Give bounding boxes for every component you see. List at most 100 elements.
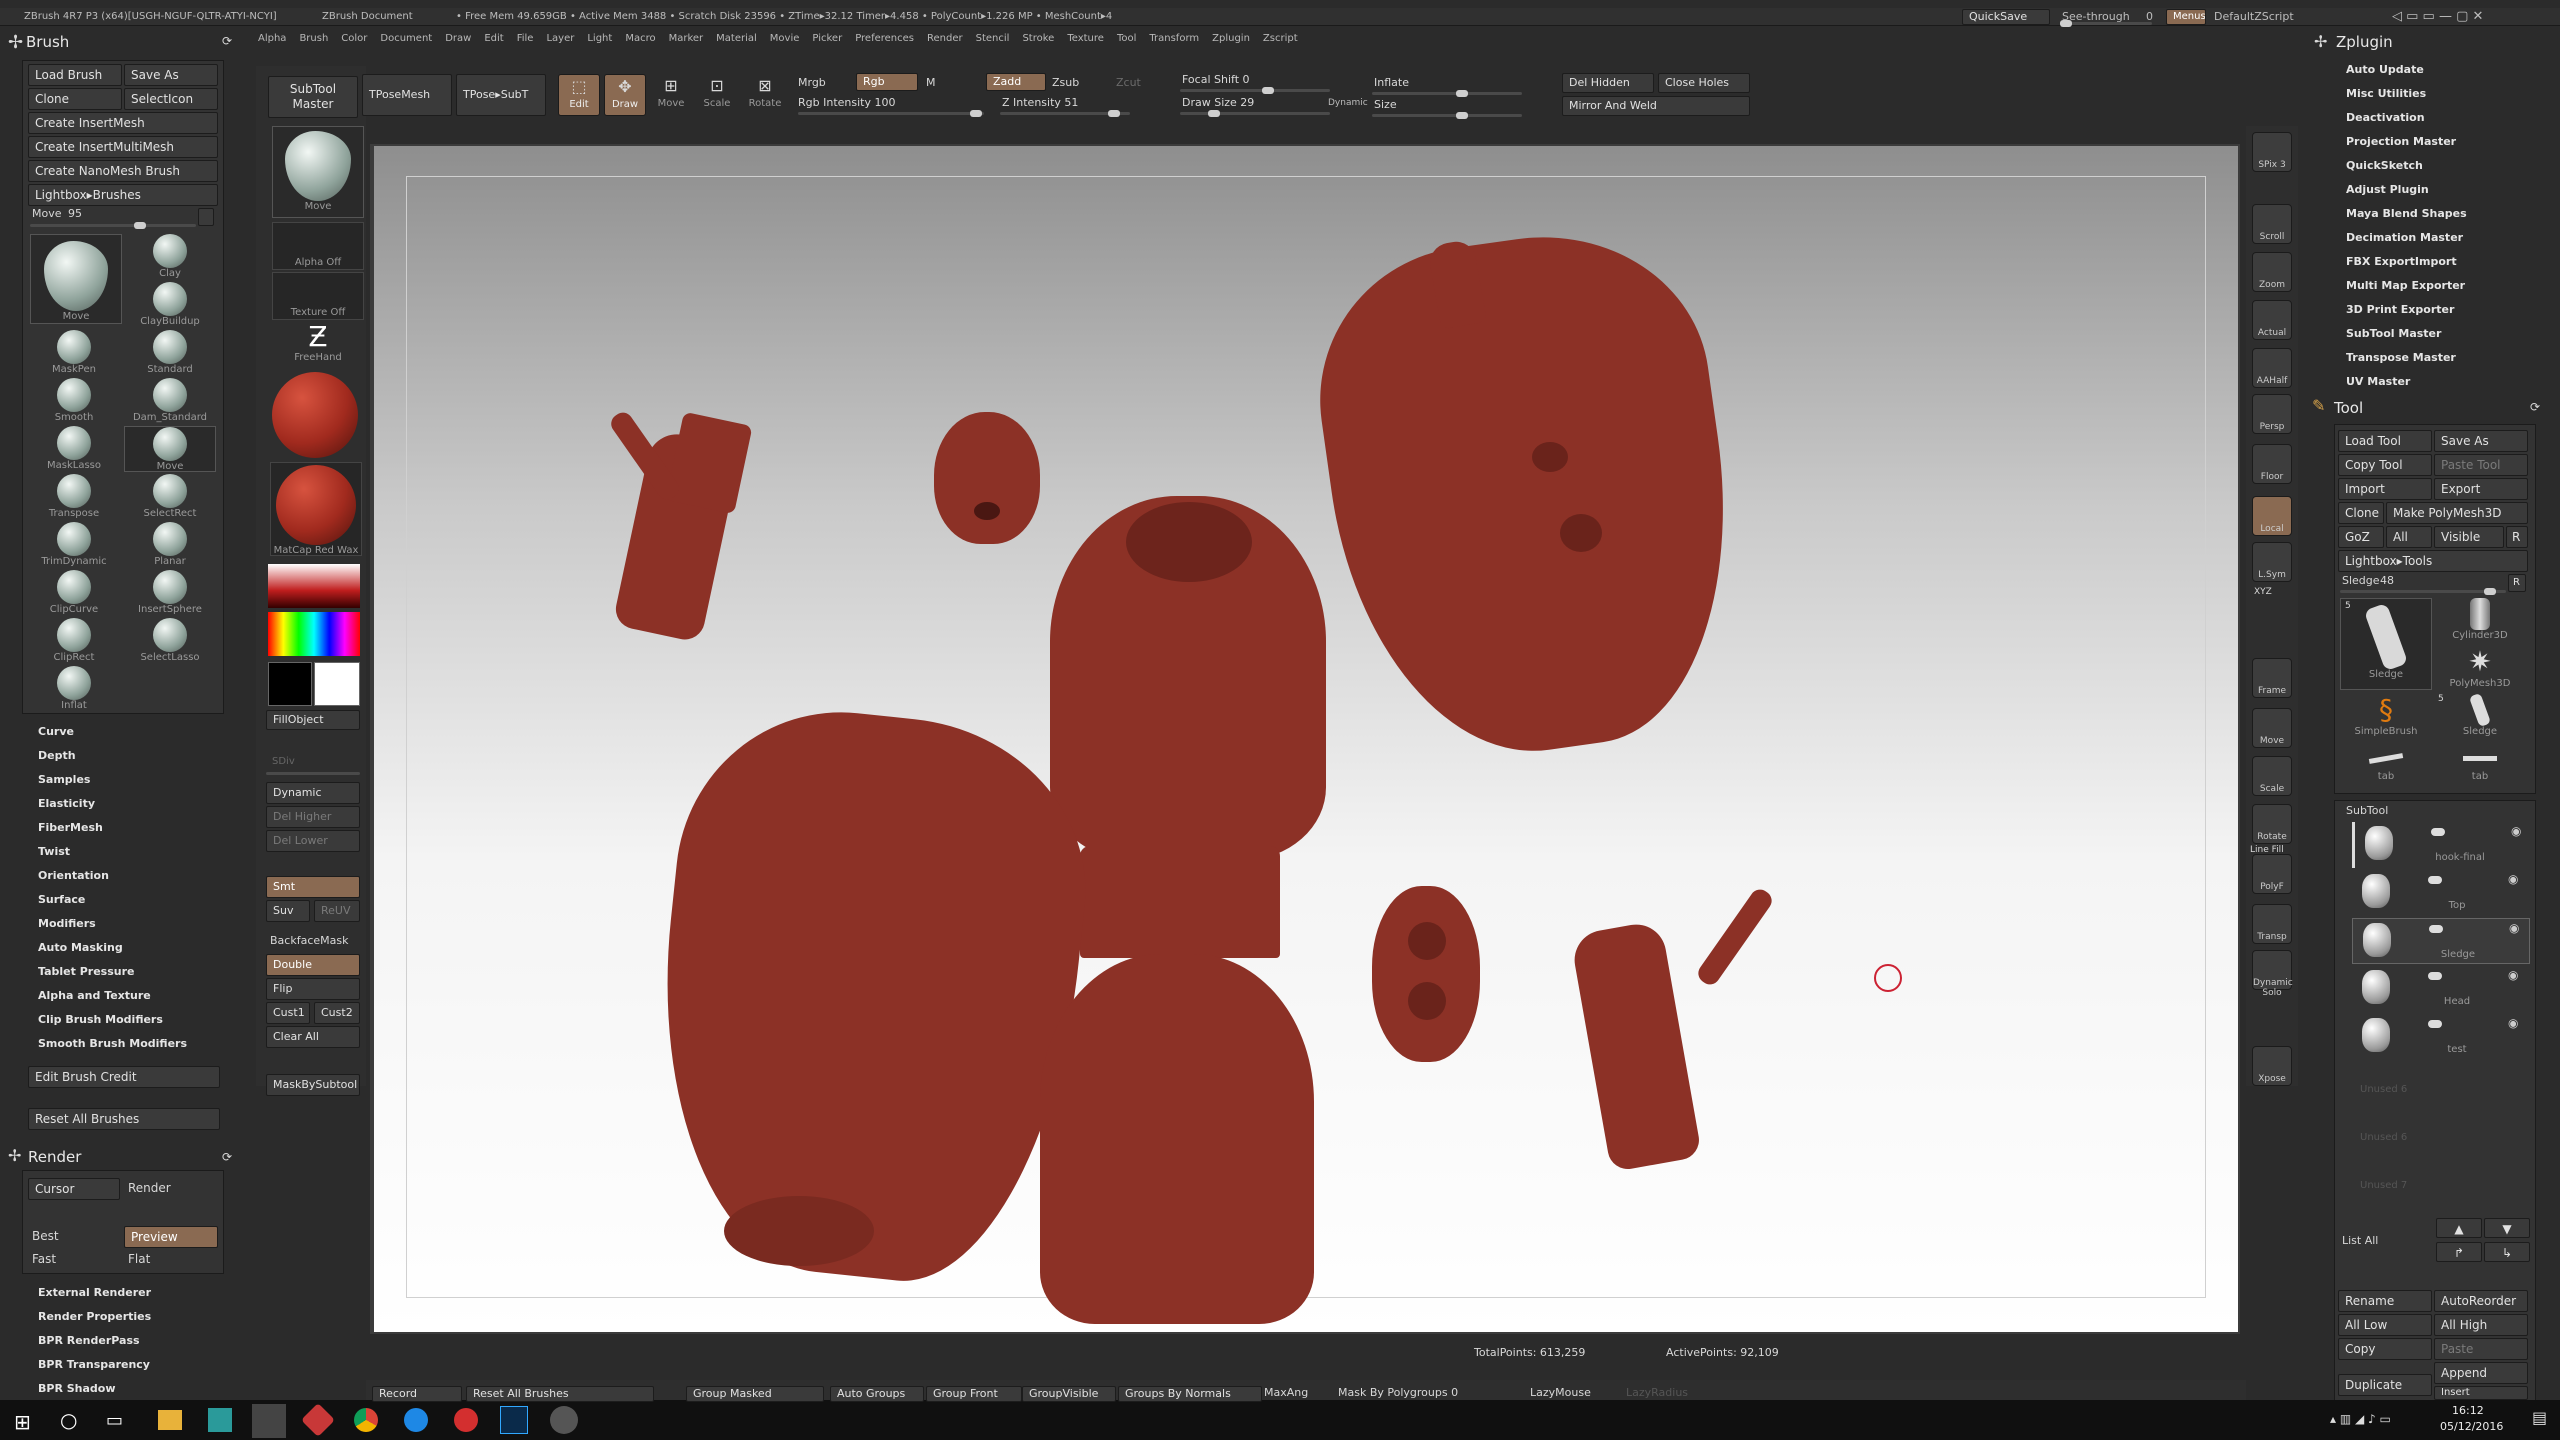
move-bottom-icon[interactable]: ↳ xyxy=(2484,1242,2530,1262)
inflate-slider[interactable] xyxy=(1372,90,1522,97)
right-shelf-xpose[interactable]: Xpose xyxy=(2252,1046,2292,1086)
goz-visible-button[interactable]: Visible xyxy=(2434,526,2504,548)
brush-trimdynamic[interactable]: TrimDynamic xyxy=(28,522,120,568)
move-up-arrow-icon[interactable]: ▲ xyxy=(2436,1218,2482,1238)
sdiv-slider[interactable] xyxy=(266,772,360,775)
visibility-eye-icon[interactable]: ◉ xyxy=(2511,824,2521,838)
right-shelf-polyf[interactable]: PolyF xyxy=(2252,854,2292,894)
menu-preferences[interactable]: Preferences xyxy=(855,33,914,49)
right-shelf-actual[interactable]: Actual xyxy=(2252,300,2292,340)
windows-start-icon[interactable]: ⊞ xyxy=(14,1410,31,1434)
lightbox-brushes-button[interactable]: Lightbox▸Brushes xyxy=(28,184,218,206)
brush-section-orientation[interactable]: Orientation xyxy=(38,869,109,882)
zplugin-transpose-master[interactable]: Transpose Master xyxy=(2346,351,2456,364)
right-shelf-spix-3[interactable]: SPix 3 xyxy=(2252,132,2292,172)
reuv-button[interactable]: ReUV xyxy=(314,900,360,922)
alpha-off-thumb[interactable]: Alpha Off xyxy=(272,222,364,270)
menu-light[interactable]: Light xyxy=(587,33,612,49)
render-section-render-properties[interactable]: Render Properties xyxy=(38,1310,151,1323)
menu-zscript[interactable]: Zscript xyxy=(1263,33,1298,49)
subtool-empty-slot[interactable]: Unused 7 xyxy=(2360,1180,2407,1191)
notifications-icon[interactable]: ▤ xyxy=(2532,1408,2547,1427)
secondary-color-swatch[interactable] xyxy=(314,662,360,706)
brush-section-auto-masking[interactable]: Auto Masking xyxy=(38,941,123,954)
close-holes-button[interactable]: Close Holes xyxy=(1658,73,1750,93)
polypaint-toggle-icon[interactable] xyxy=(2429,925,2443,933)
zcut-button[interactable]: Zcut xyxy=(1116,76,1141,89)
reset-all-brushes-button[interactable]: Reset All Brushes xyxy=(28,1108,220,1130)
auto-reorder-button[interactable]: AutoReorder xyxy=(2434,1290,2528,1312)
right-shelf-move[interactable]: Move xyxy=(2252,708,2292,748)
brush-inflat[interactable]: Inflat xyxy=(28,666,120,712)
brush-claybuildup[interactable]: ClayBuildup xyxy=(124,282,216,328)
draw-size-slider[interactable] xyxy=(1180,110,1330,117)
subtool-row-top[interactable]: Top ◉ xyxy=(2352,870,2530,916)
make-polymesh-button[interactable]: Make PolyMesh3D xyxy=(2386,502,2528,524)
brush-selectrect[interactable]: SelectRect xyxy=(124,474,216,520)
brush-section-modifiers[interactable]: Modifiers xyxy=(38,917,96,930)
bottom-group-masked[interactable]: Group Masked xyxy=(686,1386,824,1402)
subtool-row-head[interactable]: Head ◉ xyxy=(2352,966,2530,1012)
body-back-center[interactable] xyxy=(1040,954,1314,1324)
edit-brush-credit-button[interactable]: Edit Brush Credit xyxy=(28,1066,220,1088)
rgb-button[interactable]: Rgb xyxy=(856,73,918,91)
tab-thumb-2[interactable]: tab xyxy=(2434,742,2526,788)
app-icon-round-red[interactable] xyxy=(454,1408,478,1432)
right-shelf-aahalf[interactable]: AAHalf xyxy=(2252,348,2292,388)
polypaint-toggle-icon[interactable] xyxy=(2428,972,2442,980)
gorilla-head-front[interactable] xyxy=(934,412,1040,544)
draw-mode-button[interactable]: ✥ Draw xyxy=(604,74,646,116)
cust2-button[interactable]: Cust2 xyxy=(314,1002,360,1024)
brush-section-tablet-pressure[interactable]: Tablet Pressure xyxy=(38,965,134,978)
render-section-external-renderer[interactable]: External Renderer xyxy=(38,1286,151,1299)
tool-clone-button[interactable]: Clone xyxy=(2338,502,2384,524)
system-tray-icons[interactable]: ▴ ▥ ◢ ♪ ▭ xyxy=(2330,1412,2391,1426)
subtool-copy-button[interactable]: Copy xyxy=(2338,1338,2432,1360)
clear-all-button[interactable]: Clear All xyxy=(266,1026,360,1048)
duplicate-button[interactable]: Duplicate xyxy=(2338,1374,2432,1396)
polypaint-toggle-icon[interactable] xyxy=(2428,876,2442,884)
rotate-mode-button[interactable]: ⊠ Rotate xyxy=(744,74,786,116)
menu-zplugin[interactable]: Zplugin xyxy=(1212,33,1250,49)
mirror-and-weld-button[interactable]: Mirror And Weld xyxy=(1562,96,1750,116)
file-explorer-icon[interactable] xyxy=(158,1410,182,1430)
create-insertmultimesh-button[interactable]: Create InsertMultiMesh xyxy=(28,136,218,158)
render-panel-header[interactable]: ✢ Render ⟳ xyxy=(0,1146,240,1168)
zplugin-deactivation[interactable]: Deactivation xyxy=(2346,111,2425,124)
subtool-paste-button[interactable]: Paste xyxy=(2434,1338,2528,1360)
move-mode-button[interactable]: ⊞ Move xyxy=(650,74,692,116)
zplugin-fbx-exportimport[interactable]: FBX ExportImport xyxy=(2346,255,2457,268)
smt-button[interactable]: Smt xyxy=(266,876,360,898)
cust1-button[interactable]: Cust1 xyxy=(266,1002,310,1024)
zplugin-3d-print-exporter[interactable]: 3D Print Exporter xyxy=(2346,303,2454,316)
head-back-piece[interactable] xyxy=(1372,886,1480,1062)
task-view-icon[interactable]: ▭ xyxy=(106,1410,123,1431)
bottom-maxang[interactable]: MaxAng xyxy=(1264,1386,1308,1399)
polymesh3d-thumb[interactable]: ✷ PolyMesh3D xyxy=(2434,646,2526,692)
material-sphere-icon[interactable] xyxy=(272,372,358,458)
bottom-reset-all-brushes[interactable]: Reset All Brushes xyxy=(466,1386,654,1402)
zplugin-quicksketch[interactable]: QuickSketch xyxy=(2346,159,2423,172)
menu-marker[interactable]: Marker xyxy=(669,33,704,49)
focal-shift-slider[interactable] xyxy=(1180,87,1330,94)
menu-transform[interactable]: Transform xyxy=(1149,33,1199,49)
brush-clay[interactable]: Clay xyxy=(124,234,216,280)
mrgb-button[interactable]: Mrgb xyxy=(798,76,826,89)
zplugin-auto-update[interactable]: Auto Update xyxy=(2346,63,2424,76)
move-down-arrow-icon[interactable]: ▼ xyxy=(2484,1218,2530,1238)
render-section-bpr-transparency[interactable]: BPR Transparency xyxy=(38,1358,150,1371)
right-shelf-dynamic-solo[interactable]: Dynamic Solo xyxy=(2252,950,2293,998)
color-spectrum[interactable] xyxy=(268,612,360,656)
rgb-intensity-slider[interactable] xyxy=(798,110,984,117)
brush-maskpen[interactable]: MaskPen xyxy=(28,330,120,376)
bottom-auto-groups[interactable]: Auto Groups xyxy=(830,1386,924,1402)
right-shelf-persp[interactable]: Persp xyxy=(2252,394,2292,434)
create-insertmesh-button[interactable]: Create InsertMesh xyxy=(28,112,218,134)
stroke-freehand-thumb[interactable]: Ƶ FreeHand xyxy=(272,322,364,366)
brush-section-surface[interactable]: Surface xyxy=(38,893,85,906)
render-preview-button[interactable]: Preview xyxy=(124,1226,218,1248)
brush-clone-button[interactable]: Clone xyxy=(28,88,122,110)
bottom-group-front[interactable]: Group Front xyxy=(926,1386,1022,1402)
right-shelf-frame[interactable]: Frame xyxy=(2252,658,2292,698)
menu-brush[interactable]: Brush xyxy=(299,33,328,49)
